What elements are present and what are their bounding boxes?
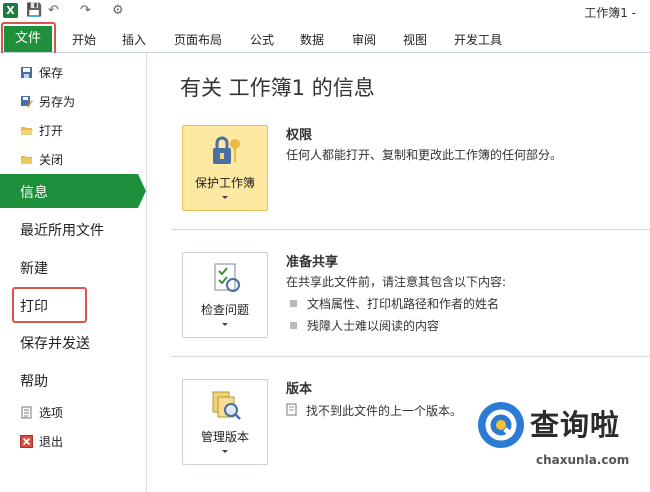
sidebar-item-save[interactable]: 保存 (20, 64, 63, 81)
check-for-issues-button[interactable]: 检查问题 (182, 252, 268, 338)
dropdown-caret-icon (222, 196, 228, 199)
section-text-versions: 找不到此文件的上一个版本。 (306, 404, 463, 418)
section-title-prepare-sharing: 准备共享 (286, 255, 339, 270)
save-as-icon (20, 95, 33, 108)
tab-developer[interactable]: 开发工具 (454, 31, 502, 48)
sidebar-item-open[interactable]: 打开 (20, 122, 63, 139)
list-item-text: 残障人士难以阅读的内容 (307, 319, 440, 333)
section-title-versions: 版本 (286, 382, 313, 397)
watermark-url: chaxunla.com (536, 453, 630, 467)
sidebar-item-help[interactable]: 帮助 (20, 371, 48, 391)
dropdown-caret-icon (222, 450, 228, 453)
inspect-document-icon (209, 261, 243, 300)
tab-home[interactable]: 开始 (72, 31, 96, 48)
tab-insert[interactable]: 插入 (122, 31, 146, 48)
list-item: 文档属性、打印机路径和作者的姓名 (290, 295, 499, 312)
sidebar-item-options[interactable]: 选项 (20, 404, 63, 421)
sidebar-item-exit[interactable]: 退出 (20, 433, 63, 450)
section-text-prepare-sharing: 在共享此文件前，请注意其包含以下内容: (286, 275, 507, 289)
manage-versions-label: 管理版本 (200, 430, 249, 444)
exit-icon (20, 435, 33, 448)
tab-review[interactable]: 审阅 (352, 31, 376, 48)
close-folder-icon (20, 153, 33, 166)
section-divider (172, 356, 650, 357)
sidebar-item-label: 另存为 (39, 95, 76, 109)
save-icon[interactable]: 💾 (26, 3, 42, 19)
section-text-permissions: 任何人都能打开、复制和更改此工作簿的任何部分。 (286, 148, 563, 162)
highlight-box-print (12, 287, 87, 323)
customize-icon[interactable]: ⚙ (112, 3, 124, 19)
check-for-issues-label: 检查问题 (200, 303, 249, 317)
sidebar-item-label: 退出 (39, 435, 64, 449)
ribbon-tabs: 开始 插入 页面布局 公式 数据 审阅 视图 开发工具 (0, 24, 650, 53)
sidebar-item-label: 保存 (39, 66, 64, 80)
watermark-logo-icon (478, 402, 524, 448)
versions-info-row: 找不到此文件的上一个版本。 (286, 402, 462, 419)
section-title-permissions: 权限 (286, 128, 313, 143)
bullet-icon (290, 300, 297, 307)
tab-view[interactable]: 视图 (403, 31, 427, 48)
sidebar-item-label: 关闭 (39, 153, 64, 167)
sidebar-item-label: 打开 (39, 124, 64, 138)
sidebar-item-info-label: 信息 (20, 185, 48, 201)
options-icon (20, 406, 33, 419)
page-title: 有关 工作簿1 的信息 (180, 76, 375, 100)
section-divider (172, 229, 650, 230)
sidebar-item-new[interactable]: 新建 (20, 258, 48, 278)
save-icon (20, 66, 33, 79)
tab-formulas[interactable]: 公式 (250, 31, 274, 48)
document-icon (286, 403, 298, 419)
list-item: 残障人士难以阅读的内容 (290, 317, 439, 334)
watermark-text: 查询啦 (530, 408, 621, 442)
open-folder-icon (20, 124, 33, 137)
manage-versions-icon (209, 388, 243, 427)
lock-key-icon (209, 134, 243, 173)
window-title: 工作簿1 - (584, 6, 636, 20)
title-bar: X 💾 ↶ ↷ ⚙ 工作簿1 - (0, 0, 650, 24)
sidebar-item-save-and-send[interactable]: 保存并发送 (20, 333, 90, 353)
excel-logo-icon: X (3, 3, 18, 18)
sidebar-item-save-as[interactable]: 另存为 (20, 93, 75, 110)
dropdown-caret-icon (222, 323, 228, 326)
tab-data[interactable]: 数据 (300, 31, 324, 48)
redo-icon[interactable]: ↷ (80, 3, 91, 19)
active-indicator (138, 174, 146, 208)
sidebar-item-label: 选项 (39, 406, 64, 420)
tab-page-layout[interactable]: 页面布局 (174, 31, 222, 48)
manage-versions-button[interactable]: 管理版本 (182, 379, 268, 465)
sidebar-item-recent[interactable]: 最近所用文件 (20, 220, 104, 240)
protect-workbook-button[interactable]: 保护工作簿 (182, 125, 268, 211)
highlight-box-file (1, 22, 56, 56)
undo-icon[interactable]: ↶ (48, 3, 59, 19)
protect-workbook-label: 保护工作簿 (194, 176, 255, 190)
sidebar-item-close[interactable]: 关闭 (20, 151, 63, 168)
bullet-icon (290, 322, 297, 329)
list-item-text: 文档属性、打印机路径和作者的姓名 (307, 297, 500, 311)
